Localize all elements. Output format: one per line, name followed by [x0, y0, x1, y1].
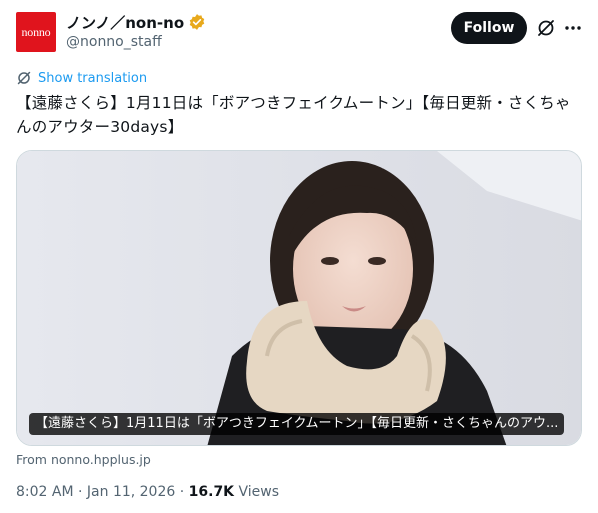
avatar[interactable]: nonno [16, 12, 56, 52]
views-count: 16.7K [188, 484, 235, 500]
author-name-row: ノンノ／non-no [66, 12, 206, 32]
translate-row[interactable]: Show translation [16, 68, 147, 88]
media-photo [17, 151, 581, 445]
verified-badge-icon [188, 13, 206, 31]
show-translation-link[interactable]: Show translation [38, 71, 147, 86]
more-options-icon[interactable] [563, 18, 583, 38]
author-display-name[interactable]: ノンノ／non-no [66, 12, 184, 33]
avatar-logo-text: nonno [21, 24, 51, 39]
link-source[interactable]: From nonno.hpplus.jp [16, 452, 151, 467]
meta-separator: · [78, 484, 83, 500]
follow-button[interactable]: Follow [451, 12, 527, 44]
translate-icon [16, 70, 32, 86]
tweet-meta: 8:02 AM · Jan 11, 2026 · 16.7K Views [16, 484, 279, 500]
tweet-text: 【遠藤さくら】1月11日は「ボアつきフェイクムートン」【毎日更新・さくちゃんのア… [16, 94, 571, 136]
media-card[interactable]: 【遠藤さくら】1月11日は「ボアつきフェイクムートン」【毎日更新・さくちゃんのア… [16, 150, 582, 446]
author-handle[interactable]: @nonno_staff [66, 34, 162, 50]
tweet-date[interactable]: Jan 11, 2026 [87, 484, 175, 500]
views-label: Views [238, 484, 280, 500]
media-caption: 【遠藤さくら】1月11日は「ボアつきフェイクムートン」【毎日更新・さくちゃんのア… [29, 413, 565, 435]
tweet-time[interactable]: 8:02 AM [16, 484, 74, 500]
grok-icon[interactable] [536, 18, 556, 38]
meta-separator: · [179, 484, 185, 500]
